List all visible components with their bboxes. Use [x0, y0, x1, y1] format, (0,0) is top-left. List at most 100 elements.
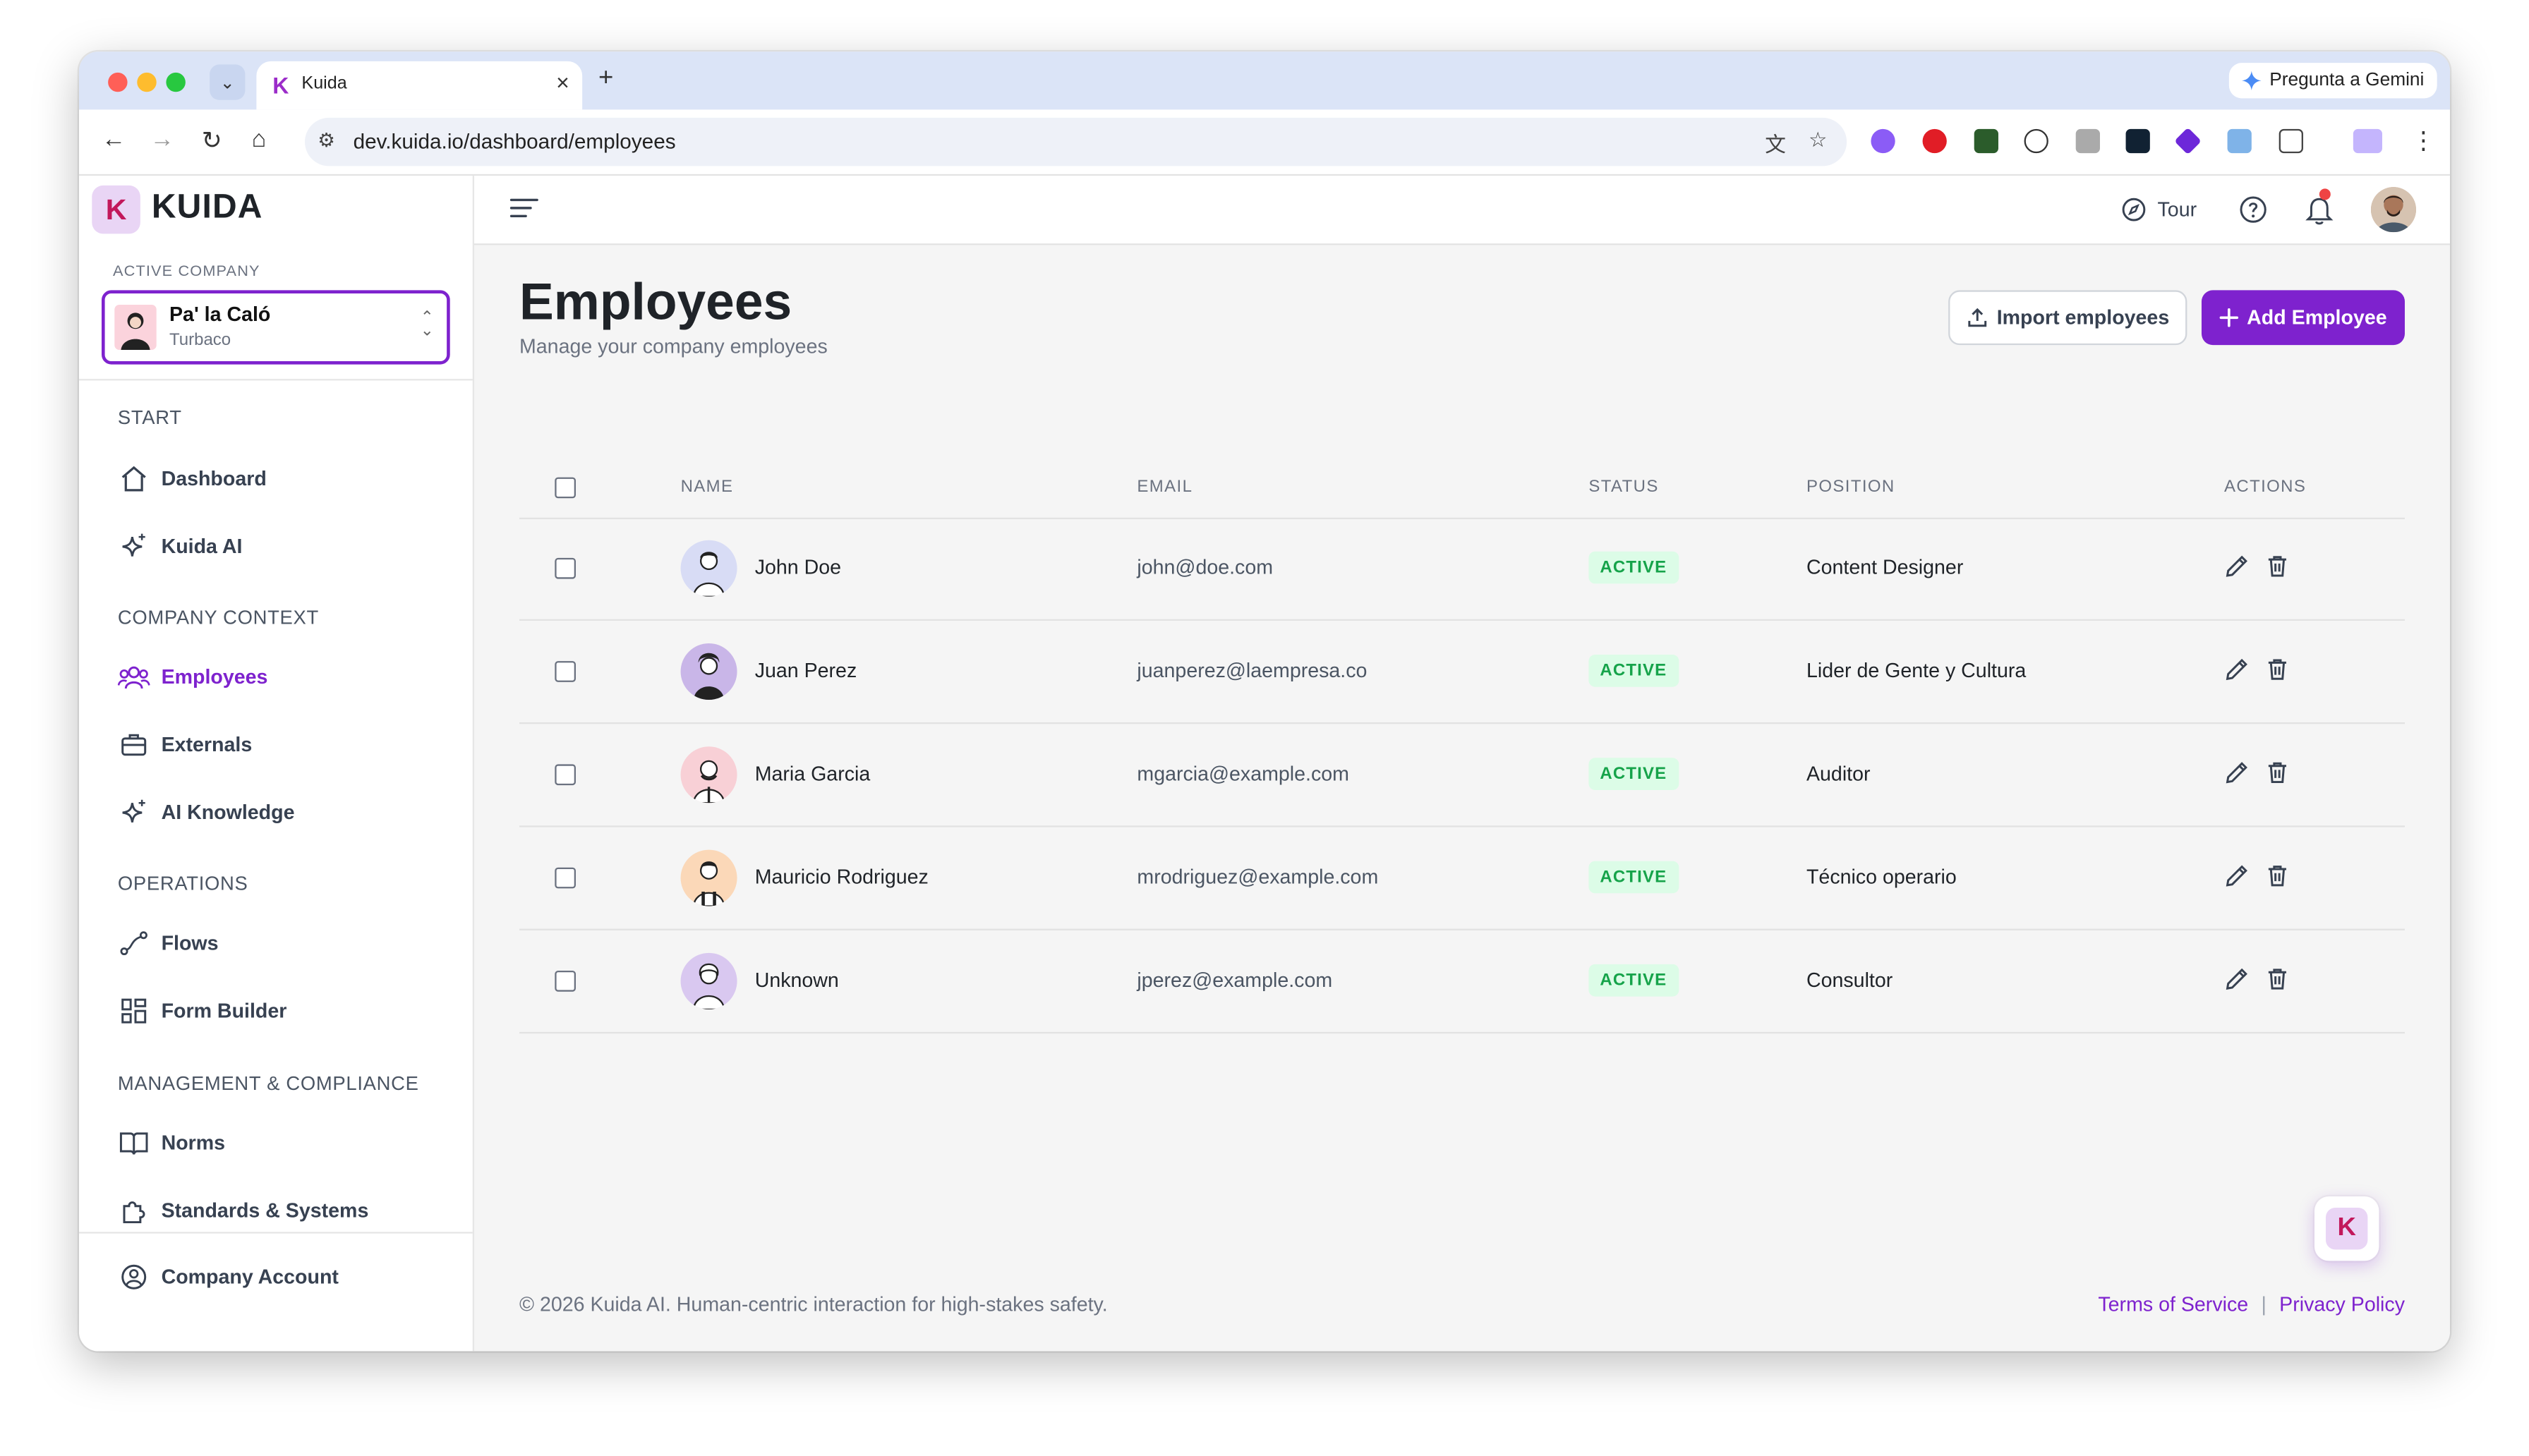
book-open-icon [118, 1127, 150, 1160]
gemini-button[interactable]: Pregunta a Gemini [2229, 63, 2437, 99]
browser-tab-kuida[interactable]: K Kuida × [256, 61, 583, 110]
pencil-icon[interactable] [2224, 760, 2250, 794]
pencil-icon[interactable] [2224, 966, 2250, 1000]
pencil-icon[interactable] [2224, 863, 2250, 897]
row-checkbox[interactable] [555, 557, 576, 579]
row-checkbox[interactable] [555, 661, 576, 682]
trash-icon[interactable] [2264, 966, 2290, 1000]
import-employees-label: Import employees [1996, 306, 2170, 329]
trash-icon[interactable] [2264, 656, 2290, 690]
forward-arrow-icon[interactable]: → [150, 126, 174, 153]
add-employee-button[interactable]: Add Employee [2201, 290, 2405, 346]
select-all-checkbox[interactable] [555, 477, 576, 499]
close-window-button[interactable] [108, 72, 128, 92]
maximize-window-button[interactable] [166, 72, 186, 92]
sidebar-item-dashboard[interactable]: Dashboard [118, 461, 267, 497]
import-employees-button[interactable]: Import employees [1948, 290, 2187, 346]
kuida-logo-icon[interactable]: K [92, 185, 140, 234]
column-header-status[interactable]: STATUS [1588, 478, 1658, 497]
extensions-puzzle-icon[interactable] [2278, 128, 2303, 154]
gemini-sparkle-icon [2242, 71, 2262, 90]
trash-icon[interactable] [2264, 863, 2290, 897]
page-subtitle: Manage your company employees [519, 335, 828, 358]
employee-position: Content Designer [1806, 556, 1964, 579]
row-checkbox[interactable] [555, 970, 576, 992]
employee-email: juanperez@laempresa.co [1137, 659, 1368, 682]
new-tab-button[interactable]: + [598, 64, 613, 93]
app-topbar: Tour [473, 176, 2450, 245]
employee-name: Juan Perez [754, 659, 857, 682]
sidebar-item-kuida-ai[interactable]: Kuida AI [118, 529, 242, 564]
extension-diamond-icon[interactable] [2174, 127, 2202, 155]
extension-grid-icon[interactable] [1974, 128, 1998, 154]
profile-extension-icon[interactable] [2353, 128, 2382, 154]
pencil-icon[interactable] [2224, 656, 2250, 690]
sidebar-item-standards-systems[interactable]: Standards & Systems [118, 1193, 368, 1228]
flow-route-icon [118, 927, 150, 959]
column-header-email[interactable]: EMAIL [1137, 478, 1193, 497]
company-selector[interactable]: Pa' la Caló Turbaco ⌃ ⌄ [101, 290, 450, 365]
table-row[interactable]: Juan Perez juanperez@laempresa.co ACTIVE… [519, 621, 2405, 724]
sidebar-item-flows[interactable]: Flows [118, 926, 219, 961]
sidebar-item-externals[interactable]: Externals [118, 727, 252, 763]
layout-grid-icon [118, 995, 150, 1027]
tour-button[interactable]: Tour [2120, 197, 2197, 223]
menu-toggle-icon[interactable] [509, 197, 538, 227]
sidebar-item-company-account[interactable]: Company Account [118, 1259, 339, 1294]
bookmark-star-icon[interactable]: ☆ [1809, 128, 1828, 158]
close-tab-icon[interactable]: × [556, 69, 569, 95]
table-row[interactable]: Maria Garcia mgarcia@example.com ACTIVE … [519, 724, 2405, 827]
sidebar-item-ai-knowledge[interactable]: AI Knowledge [118, 795, 294, 830]
site-info-icon[interactable]: ⚙ [318, 129, 335, 152]
column-header-name[interactable]: NAME [681, 478, 734, 497]
upload-icon [1968, 308, 1987, 327]
status-badge: ACTIVE [1588, 861, 1679, 894]
sidebar-item-norms[interactable]: Norms [118, 1125, 225, 1160]
home-icon [118, 463, 150, 495]
extension-gear-icon[interactable] [1871, 128, 1895, 154]
extension-screen-icon[interactable] [2227, 128, 2252, 154]
table-row[interactable]: John Doe john@doe.com ACTIVE Content Des… [519, 518, 2405, 621]
minimize-window-button[interactable] [137, 72, 157, 92]
employee-avatar [680, 643, 737, 700]
react-devtools-icon[interactable] [2125, 128, 2150, 154]
kuida-favicon-icon: K [272, 72, 289, 99]
opera-extension-icon[interactable] [1922, 128, 1947, 154]
tab-search-button[interactable]: ⌄ [210, 64, 246, 100]
kuida-assistant-button[interactable]: K [2314, 1196, 2379, 1261]
sidebar-item-form-builder[interactable]: Form Builder [118, 993, 286, 1029]
employee-position: Consultor [1806, 969, 1893, 992]
status-badge: ACTIVE [1588, 551, 1679, 584]
trash-icon[interactable] [2264, 553, 2290, 587]
footer-copyright: © 2026 Kuida AI. Human-centric interacti… [519, 1293, 1108, 1316]
terms-of-service-link[interactable]: Terms of Service [2098, 1293, 2248, 1316]
help-circle-icon[interactable] [2239, 195, 2268, 233]
column-header-position[interactable]: POSITION [1806, 478, 1895, 497]
tour-label: Tour [2157, 198, 2197, 222]
browser-menu-icon[interactable]: ⋮ [2411, 126, 2435, 155]
section-start: START [117, 406, 182, 429]
privacy-policy-link[interactable]: Privacy Policy [2279, 1293, 2405, 1316]
employee-email: john@doe.com [1137, 556, 1274, 579]
employee-position: Auditor [1806, 763, 1871, 786]
back-arrow-icon[interactable]: ← [102, 126, 126, 153]
row-checkbox[interactable] [555, 867, 576, 889]
translate-icon[interactable]: 文 [1765, 128, 1786, 158]
pencil-icon[interactable] [2224, 553, 2250, 587]
table-row[interactable]: Mauricio Rodriguez mrodriguez@example.co… [519, 827, 2405, 930]
reload-icon[interactable]: ↻ [202, 126, 222, 155]
bell-icon[interactable] [2305, 193, 2334, 233]
logo-text[interactable]: KUIDA [152, 188, 263, 227]
openai-extension-icon[interactable] [2024, 128, 2048, 154]
sidebar-item-employees[interactable]: Employees [117, 660, 267, 695]
extension-box-icon[interactable] [2075, 128, 2100, 154]
home-icon[interactable]: ⌂ [252, 126, 267, 153]
table-row[interactable]: Unknown jperez@example.com ACTIVE Consul… [519, 930, 2405, 1034]
footer-links: Terms of Service | Privacy Policy [2098, 1293, 2405, 1316]
add-employee-label: Add Employee [2247, 306, 2387, 329]
row-checkbox[interactable] [555, 764, 576, 786]
address-bar[interactable]: ⚙ dev.kuida.io/dashboard/employees 文 ☆ [304, 117, 1847, 166]
user-avatar[interactable] [2370, 187, 2416, 233]
url-text[interactable]: dev.kuida.io/dashboard/employees [354, 129, 676, 153]
trash-icon[interactable] [2264, 760, 2290, 794]
